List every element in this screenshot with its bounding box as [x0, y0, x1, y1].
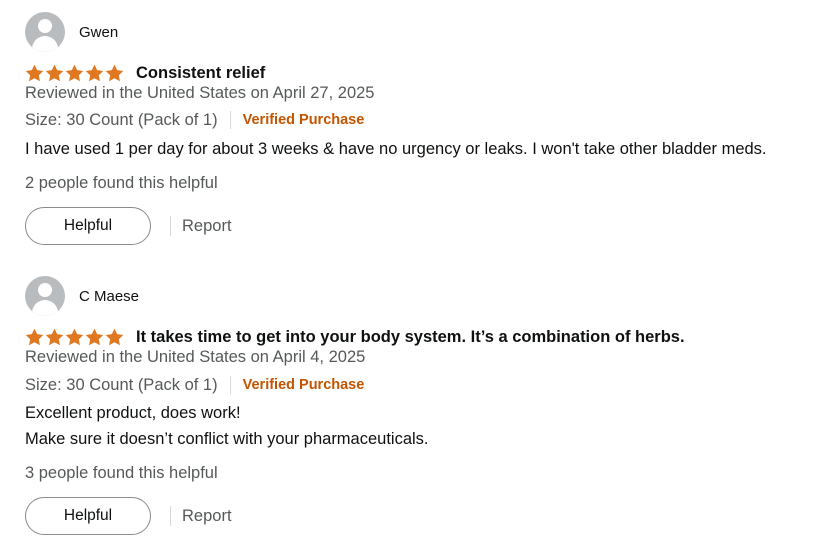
reviewer-name: C Maese — [79, 287, 140, 305]
review-format-strip: Size: 30 Count (Pack of 1) Verified Purc… — [25, 109, 364, 131]
reviewer-name: Gwen — [79, 23, 119, 41]
review-actions: Helpful Report — [25, 497, 232, 535]
review-title[interactable]: Consistent relief — [136, 64, 265, 83]
review-body-line: Excellent product, does work! — [25, 404, 241, 422]
star-icon — [25, 328, 44, 346]
review-body-line: I have used 1 per day for about 3 weeks … — [25, 140, 767, 158]
verified-purchase-badge: Verified Purchase — [242, 377, 365, 393]
avatar-icon — [25, 12, 65, 52]
helpful-count: 2 people found this helpful — [25, 174, 218, 192]
star-rating[interactable] — [25, 328, 124, 346]
avatar-icon — [25, 276, 65, 316]
review-date: Reviewed in the United States on April 2… — [25, 84, 375, 102]
helpful-button[interactable]: Helpful — [25, 497, 151, 535]
rating-row: Consistent relief — [25, 60, 265, 86]
divider — [229, 111, 231, 129]
reviewer-profile[interactable]: C Maese — [25, 276, 139, 316]
review-card: C Maese It takes time to get into your b… — [25, 276, 820, 546]
star-icon — [45, 64, 64, 82]
divider — [170, 506, 171, 526]
star-icon — [65, 328, 84, 346]
review-card: Gwen Consistent relief Reviewed in the U… — [25, 12, 820, 252]
verified-purchase-badge: Verified Purchase — [242, 112, 365, 128]
rating-row: It takes time to get into your body syst… — [25, 324, 685, 350]
review-date: Reviewed in the United States on April 4… — [25, 348, 366, 366]
helpful-button[interactable]: Helpful — [25, 207, 151, 245]
star-rating[interactable] — [25, 64, 124, 82]
review-body-line: Make sure it doesn’t conflict with your … — [25, 430, 429, 448]
star-icon — [45, 328, 64, 346]
helpful-count: 3 people found this helpful — [25, 464, 218, 482]
size-info[interactable]: Size: 30 Count (Pack of 1) — [25, 376, 218, 395]
size-info[interactable]: Size: 30 Count (Pack of 1) — [25, 111, 218, 130]
report-link[interactable]: Report — [182, 507, 232, 526]
reviewer-profile[interactable]: Gwen — [25, 12, 118, 52]
review-body: I have used 1 per day for about 3 weeks … — [25, 136, 767, 162]
report-link[interactable]: Report — [182, 217, 232, 236]
star-icon — [105, 328, 124, 346]
review-body: Excellent product, does work! Make sure … — [25, 400, 429, 452]
star-icon — [85, 328, 104, 346]
star-icon — [25, 64, 44, 82]
star-icon — [65, 64, 84, 82]
review-title[interactable]: It takes time to get into your body syst… — [136, 328, 685, 347]
divider — [229, 376, 231, 394]
review-format-strip: Size: 30 Count (Pack of 1) Verified Purc… — [25, 374, 364, 396]
review-actions: Helpful Report — [25, 207, 232, 245]
divider — [170, 216, 171, 236]
star-icon — [85, 64, 104, 82]
star-icon — [105, 64, 124, 82]
